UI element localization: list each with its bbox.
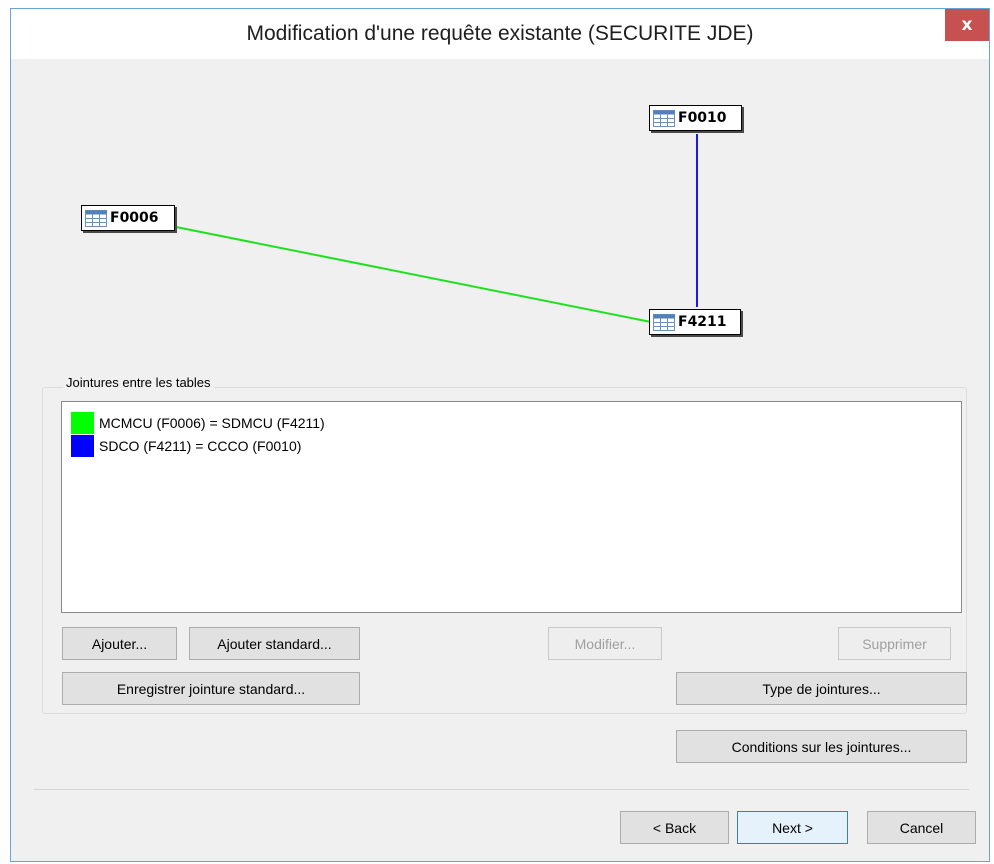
next-button[interactable]: Next > [737,811,848,844]
table-node-f0010[interactable]: F0010 [649,105,742,131]
modify-button[interactable]: Modifier... [548,627,662,660]
table-node-f4211[interactable]: F4211 [649,309,741,335]
join-list-item[interactable]: SDCO (F4211) = CCCO (F0010) [62,434,961,457]
join-type-button[interactable]: Type de jointures... [676,672,967,705]
join-diagram [175,134,698,323]
cancel-button[interactable]: Cancel [867,811,976,844]
add-standard-button[interactable]: Ajouter standard... [189,627,360,660]
join-text: MCMCU (F0006) = SDMCU (F4211) [99,414,325,431]
delete-button[interactable]: Supprimer [838,627,951,660]
table-icon [653,109,675,127]
join-conditions-button[interactable]: Conditions sur les jointures... [676,730,967,763]
join-list-item[interactable]: MCMCU (F0006) = SDMCU (F4211) [62,411,961,434]
join-color-swatch [71,411,94,434]
joins-list[interactable]: MCMCU (F0006) = SDMCU (F4211) SDCO (F421… [61,401,962,613]
table-label: F0006 [110,210,159,226]
join-text: SDCO (F4211) = CCCO (F0010) [99,437,302,454]
link-f0006-f4211 [175,226,652,323]
table-label: F0010 [678,110,727,126]
table-label: F4211 [678,314,727,330]
table-icon [653,313,675,331]
back-button[interactable]: < Back [620,811,729,844]
joins-group-label: Jointures entre les tables [63,375,214,390]
table-node-f0006[interactable]: F0006 [81,205,175,231]
add-join-button[interactable]: Ajouter... [62,627,177,660]
join-color-swatch [71,434,94,457]
separator [34,789,969,790]
table-icon [85,209,107,227]
save-standard-join-button[interactable]: Enregistrer jointure standard... [62,672,360,705]
